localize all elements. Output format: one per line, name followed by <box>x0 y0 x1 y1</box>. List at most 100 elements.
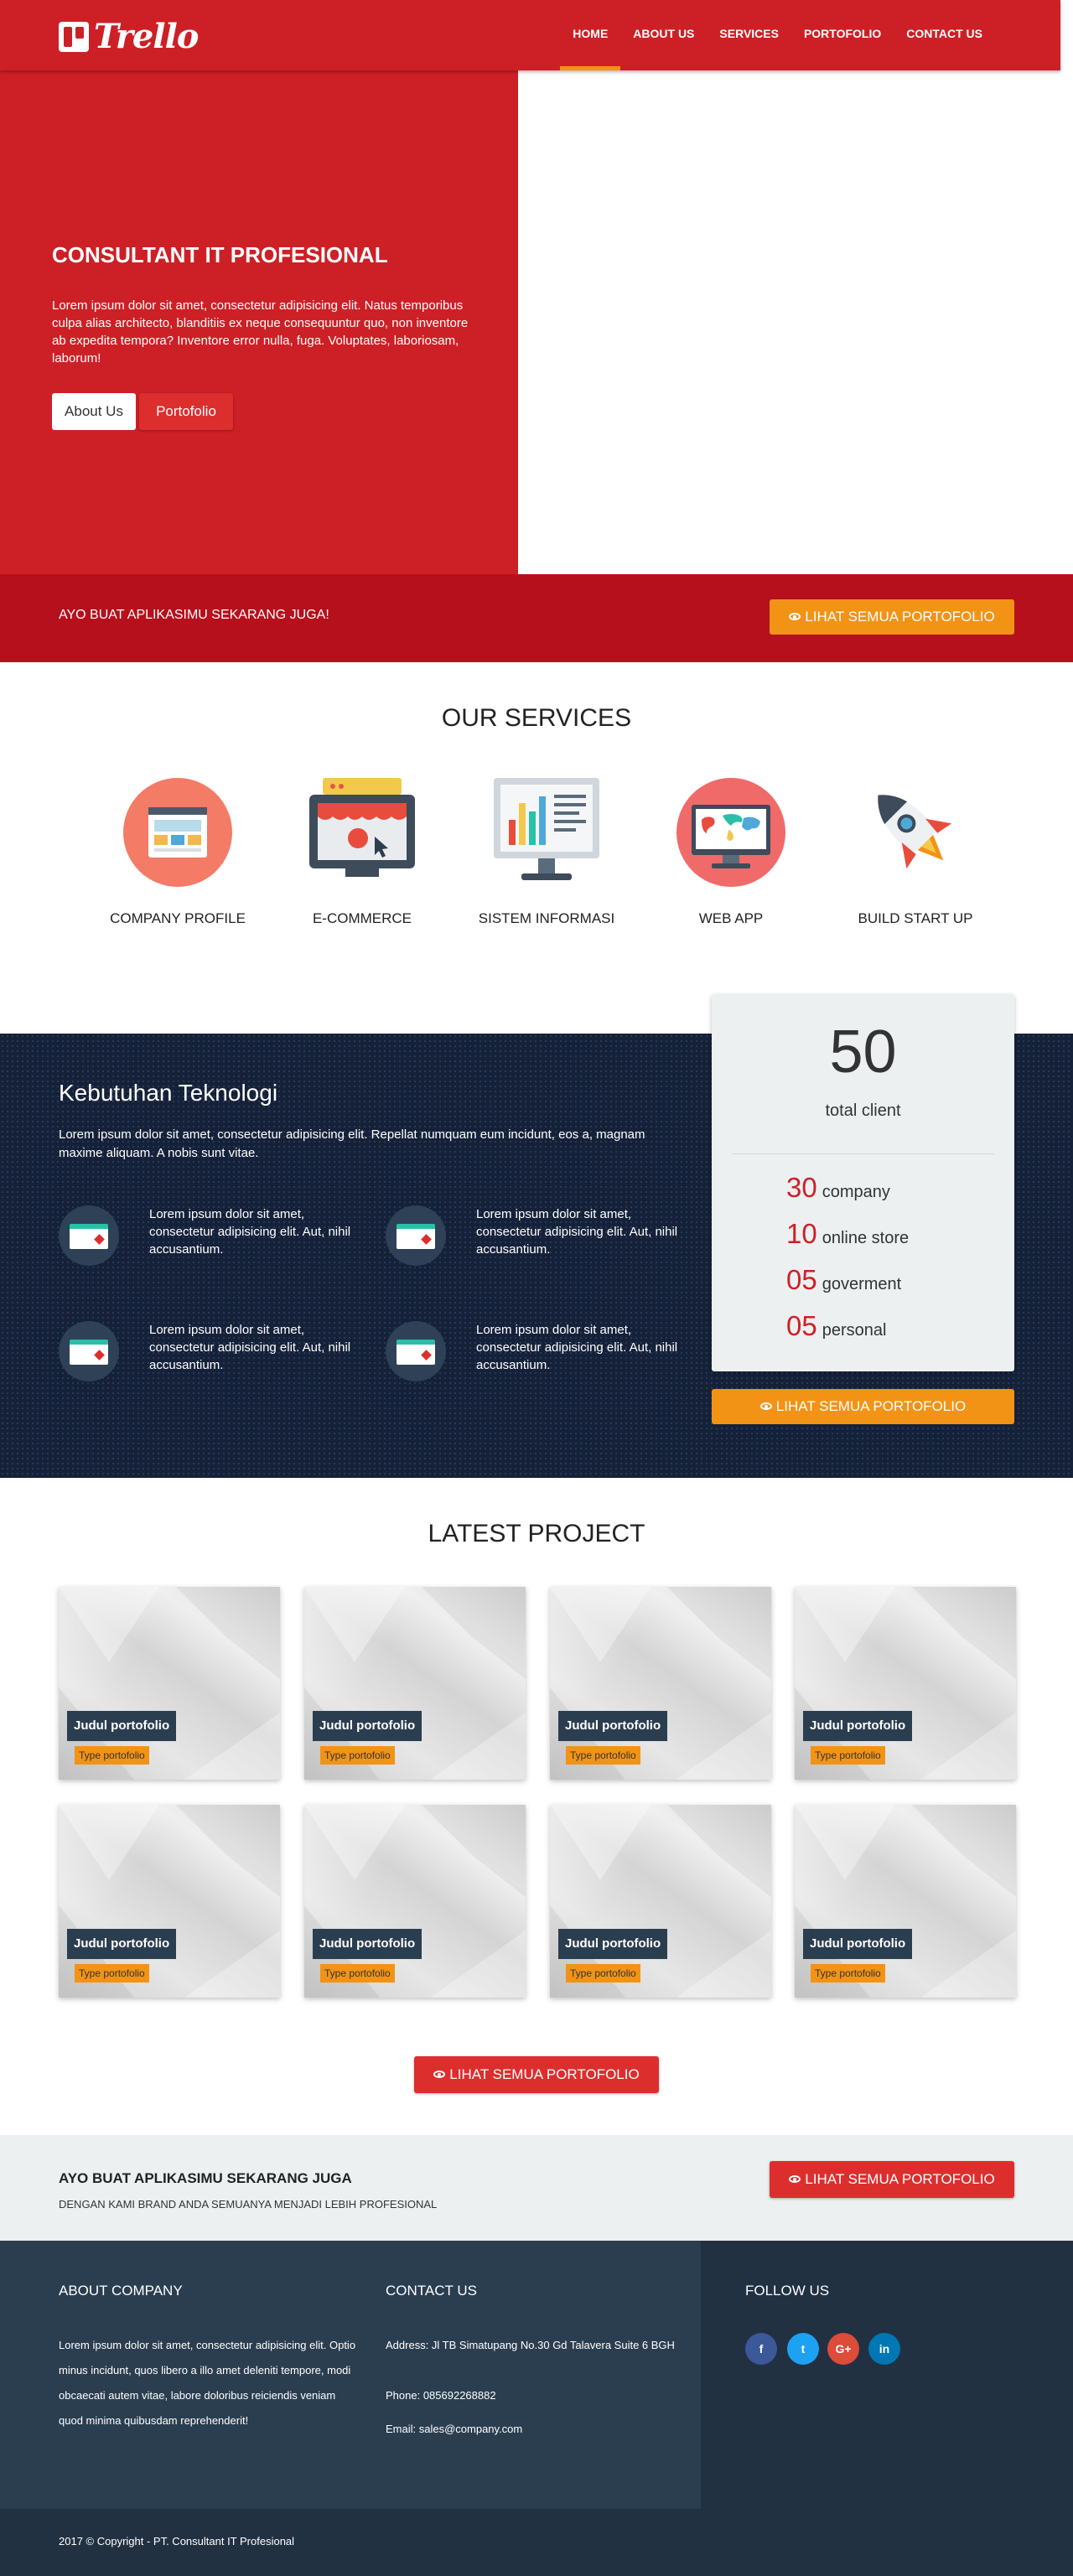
browser-icon <box>59 1205 119 1266</box>
stat-row: 10 online store <box>786 1218 910 1249</box>
contact-us-title: CONTACT US <box>386 2283 477 2299</box>
project-card[interactable]: Judul portofolio Type portofolio <box>795 1587 1016 1780</box>
button-label: LIHAT SEMUA PORTOFOLIO <box>449 2066 640 2082</box>
eye-icon <box>433 2071 446 2078</box>
hero-section: CONSULTANT IT PROFESIONAL Lorem ipsum do… <box>0 70 1073 574</box>
hero-description: Lorem ipsum dolor sit amet, consectetur … <box>52 298 469 365</box>
contact-email[interactable]: Email: sales@company.com <box>386 2417 522 2442</box>
total-client-count: 50 <box>829 1018 897 1086</box>
service-company-profile[interactable]: COMPANY PROFILE <box>94 778 262 927</box>
follow-us-title: FOLLOW US <box>745 2283 830 2299</box>
browser-icon <box>386 1205 446 1266</box>
twitter-icon[interactable]: t <box>787 2333 819 2365</box>
view-all-portfolio-button[interactable]: LIHAT SEMUA PORTOFOLIO <box>414 2056 659 2093</box>
logo[interactable]: Trello <box>59 17 199 56</box>
button-label: LIHAT SEMUA PORTOFOLIO <box>775 1398 967 1414</box>
nav-item-portofolio[interactable]: PORTOFOLIO <box>791 0 894 70</box>
stat-row: 05 personal <box>786 1310 887 1341</box>
ecommerce-store-icon <box>308 778 417 887</box>
contact-phone: Phone: 085692268882 <box>386 2389 496 2402</box>
project-title: Judul portofolio <box>803 1929 913 1959</box>
service-label: COMPANY PROFILE <box>110 910 246 926</box>
tech-description: Lorem ipsum dolor sit amet, consectetur … <box>59 1127 645 1160</box>
about-us-button[interactable]: About Us <box>52 393 136 430</box>
view-portfolio-button[interactable]: LIHAT SEMUA PORTOFOLIO <box>770 2161 1014 2198</box>
browser-icon <box>59 1321 119 1381</box>
view-portfolio-button[interactable]: LIHAT SEMUA PORTOFOLIO <box>712 1389 1014 1424</box>
stat-row: 30 company <box>786 1172 890 1203</box>
navbar: Trello HOME ABOUT US SERVICES PORTOFOLIO… <box>0 0 1060 70</box>
trello-logo-icon <box>59 21 89 52</box>
button-label: LIHAT SEMUA PORTOFOLIO <box>805 609 995 625</box>
contact-address: Address: Jl TB Simatupang No.30 Gd Talav… <box>386 2339 675 2351</box>
service-web-app[interactable]: WEB APP <box>647 778 815 927</box>
project-type: Type portofolio <box>320 1964 395 1983</box>
copyright-bar: 2017 © Copyright - PT. Consultant IT Pro… <box>0 2509 1073 2576</box>
project-card[interactable]: Judul portofolio Type portofolio <box>550 1587 771 1780</box>
project-card[interactable]: Judul portofolio Type portofolio <box>59 1805 280 1998</box>
project-type: Type portofolio <box>811 1746 885 1765</box>
brand-name: Trello <box>94 17 199 56</box>
google-plus-icon[interactable]: G+ <box>827 2333 859 2365</box>
view-portfolio-button[interactable]: LIHAT SEMUA PORTOFOLIO <box>770 599 1014 635</box>
rocket-icon <box>861 778 970 887</box>
information-system-icon <box>492 778 601 887</box>
total-client-label: total client <box>825 1101 901 1120</box>
project-card[interactable]: Judul portofolio Type portofolio <box>59 1587 280 1780</box>
project-title: Judul portofolio <box>558 1711 668 1741</box>
project-title: Judul portofolio <box>67 1929 177 1959</box>
nav-item-home[interactable]: HOME <box>560 0 621 70</box>
about-company-text: Lorem ipsum dolor sit amet, consectetur … <box>59 2339 356 2427</box>
service-build-start-up[interactable]: BUILD START UP <box>832 778 999 927</box>
nav-item-contact-us[interactable]: CONTACT US <box>894 0 995 70</box>
cta-text: AYO BUAT APLIKASIMU SEKARANG JUGA! <box>59 608 329 622</box>
footer: ABOUT COMPANY Lorem ipsum dolor sit amet… <box>0 2241 1073 2509</box>
feature-text: Lorem ipsum dolor sit amet, consectetur … <box>149 1207 351 1257</box>
eye-icon <box>789 2175 801 2183</box>
project-type: Type portofolio <box>75 1746 149 1765</box>
service-label: SISTEM INFORMASI <box>478 910 615 926</box>
service-label: WEB APP <box>698 910 764 926</box>
services-title: OUR SERVICES <box>441 704 632 732</box>
footer-follow-panel <box>701 2241 1073 2509</box>
project-card[interactable]: Judul portofolio Type portofolio <box>304 1587 526 1780</box>
nav-item-services[interactable]: SERVICES <box>707 0 791 70</box>
client-stats-card: 50 total client 30 company 10 online store… <box>712 994 1014 1371</box>
service-ecommerce[interactable]: E-COMMERCE <box>278 778 446 927</box>
project-card[interactable]: Judul portofolio Type portofolio <box>795 1805 1016 1998</box>
project-type: Type portofolio <box>811 1964 885 1983</box>
nav-item-about-us[interactable]: ABOUT US <box>620 0 707 70</box>
project-card[interactable]: Judul portofolio Type portofolio <box>550 1805 771 1998</box>
feature-text: Lorem ipsum dolor sit amet, consectetur … <box>476 1207 678 1257</box>
stat-row: 05 goverment <box>786 1264 902 1295</box>
portofolio-button[interactable]: Portofolio <box>139 393 233 430</box>
divider <box>732 1153 994 1154</box>
cta-subtitle: DENGAN KAMI BRAND ANDA SEMUANYA MENJADI … <box>59 2198 438 2211</box>
browser-icon <box>386 1321 446 1381</box>
copyright-text: 2017 © Copyright - PT. Consultant IT Pro… <box>59 2535 295 2547</box>
service-sistem-informasi[interactable]: SISTEM INFORMASI <box>463 778 630 927</box>
project-type: Type portofolio <box>75 1964 149 1983</box>
service-label: BUILD START UP <box>858 910 973 926</box>
tech-title: Kebutuhan Teknologi <box>59 1080 278 1106</box>
latest-project-title: LATEST PROJECT <box>428 1520 645 1547</box>
project-card[interactable]: Judul portofolio Type portofolio <box>304 1805 526 1998</box>
hero-title: CONSULTANT IT PROFESIONAL <box>52 242 388 267</box>
project-type: Type portofolio <box>320 1746 395 1765</box>
eye-icon <box>759 1402 772 1410</box>
hero-panel: CONSULTANT IT PROFESIONAL Lorem ipsum do… <box>0 70 518 574</box>
linkedin-icon[interactable]: in <box>868 2333 900 2365</box>
feature-text: Lorem ipsum dolor sit amet, consectetur … <box>149 1323 351 1372</box>
project-title: Judul portofolio <box>313 1929 422 1959</box>
eye-icon <box>789 613 801 620</box>
project-type: Type portofolio <box>566 1964 640 1983</box>
hero-image-area <box>518 70 1073 574</box>
service-label: E-COMMERCE <box>312 910 412 926</box>
facebook-icon[interactable]: f <box>745 2333 777 2365</box>
button-label: LIHAT SEMUA PORTOFOLIO <box>805 2171 995 2187</box>
company-profile-icon <box>123 778 232 887</box>
project-title: Judul portofolio <box>803 1711 913 1741</box>
about-company-title: ABOUT COMPANY <box>59 2283 183 2299</box>
project-title: Judul portofolio <box>313 1711 422 1741</box>
project-title: Judul portofolio <box>67 1711 177 1741</box>
